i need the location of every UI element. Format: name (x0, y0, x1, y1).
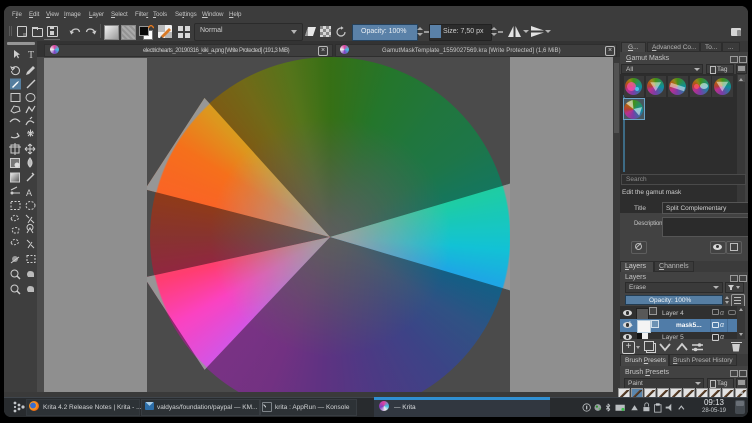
svg-text:T: T (28, 50, 34, 61)
svg-text:A: A (26, 188, 32, 198)
